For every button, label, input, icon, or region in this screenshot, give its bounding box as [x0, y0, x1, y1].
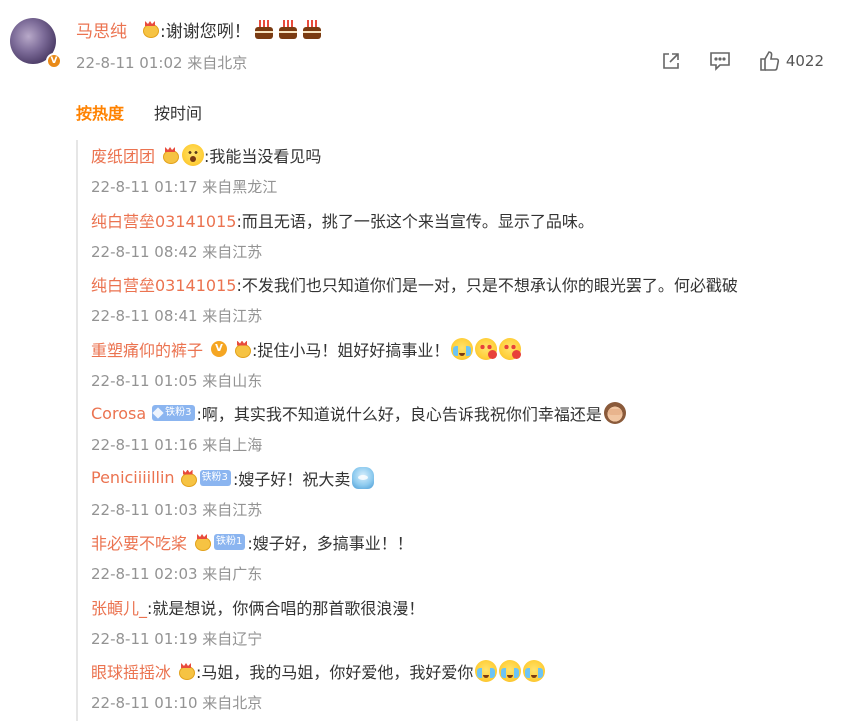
reply-username[interactable]: 纯白营垒03141015 — [91, 208, 236, 232]
reply-username[interactable]: 重塑痛仰的裤子 — [91, 337, 203, 361]
reply-username[interactable]: 眼球摇摇冰 — [91, 659, 171, 683]
list-item: 张頔儿_ :就是想说，你俩合唱的那首歌很浪漫！ 22-8-11 01:19 来自… — [91, 592, 836, 657]
reply-meta: 22-8-11 02:03 来自广东 — [91, 565, 263, 583]
gem-icon — [152, 407, 164, 419]
comment-text: :谢谢您咧！ — [160, 21, 251, 42]
monkey-emoji — [603, 402, 626, 424]
list-item: 非必要不吃桨 铁粉1 :嫂子好，多搞事业！！ 22-8-11 02:03 来自广… — [91, 527, 836, 592]
bubble-emoji — [352, 466, 375, 489]
reply-text: :马姐，我的马姐，你好爱他，我好爱你 — [196, 663, 474, 682]
reply-text: :嫂子好，多搞事业！！ — [247, 534, 413, 553]
comment-username[interactable]: 马思纯 — [76, 17, 127, 42]
fan-level-badge: 铁粉1 — [214, 534, 246, 550]
reply-text: :我能当没看见吗 — [204, 147, 322, 166]
verified-badge-icon: V — [46, 53, 62, 69]
reply-username[interactable]: Peniciiiillin — [91, 468, 175, 487]
reply-meta: 22-8-11 01:03 来自江苏 — [91, 500, 263, 519]
birthday-cake-emoji — [301, 18, 323, 40]
birthday-cake-emoji — [277, 18, 299, 40]
verified-badge-icon: V — [211, 340, 228, 357]
heart-face-emoji — [499, 337, 522, 360]
birthday-cake-emoji — [253, 18, 275, 40]
list-item: 纯白营垒03141015 :不发我们也只知道你们是一对，只是不想承认你的眼光罢了… — [91, 269, 836, 334]
list-item: 纯白营垒03141015 :而且无语，挑了一张这个来当宣传。显示了品味。 22-… — [91, 205, 836, 270]
fan-level-badge: 铁粉3 — [152, 405, 195, 421]
crying-face-emoji — [523, 660, 546, 682]
crying-face-emoji — [499, 660, 522, 682]
reply-meta: 22-8-11 01:05 来自山东 — [91, 371, 263, 390]
list-item: Corosa 铁粉3 :啊，其实我不知道说什么好，良心告诉我祝你们幸福还是 22… — [91, 398, 836, 463]
list-item: 废纸团团 :我能当没看见吗 22-8-11 01:17 来自黑龙江 — [91, 140, 836, 205]
vip-crown-icon — [177, 663, 196, 680]
list-item: 重塑痛仰的裤子 V :捉住小马！姐好好搞事业！ 22-8-11 01:05 来自… — [91, 334, 836, 399]
like-button[interactable]: 4022 — [758, 50, 824, 72]
reply-meta: 22-8-11 01:19 来自辽宁 — [91, 629, 263, 648]
reply-text: :嫂子好！祝大卖 — [232, 469, 351, 489]
vip-crown-icon — [193, 534, 212, 551]
like-icon — [760, 51, 779, 71]
tab-sort-time[interactable]: 按时间 — [154, 100, 202, 124]
tab-sort-hot[interactable]: 按热度 — [76, 100, 124, 124]
comment-icon — [710, 52, 730, 71]
heart-face-emoji — [475, 337, 498, 360]
reply-meta: 22-8-11 08:42 来自江苏 — [91, 242, 263, 261]
comment-actions: 4022 — [660, 50, 824, 72]
vip-crown-icon — [161, 147, 180, 164]
reply-text: :捉住小马！姐好好搞事业！ — [252, 340, 450, 360]
vip-crown-icon — [141, 21, 159, 38]
reply-username[interactable]: Corosa — [91, 404, 146, 423]
reply-meta: 22-8-11 01:17 来自黑龙江 — [91, 178, 278, 196]
crying-face-emoji — [475, 660, 498, 682]
reply-text: :而且无语，挑了一张这个来当宣传。显示了品味。 — [236, 211, 594, 231]
vip-crown-icon — [233, 341, 252, 358]
like-count: 4022 — [785, 52, 824, 70]
vip-crown-icon — [179, 470, 197, 487]
list-item: 眼球摇摇冰 :马姐，我的马姐，你好爱他，我好爱你 22-8-11 01:10 来… — [91, 656, 836, 721]
reply-username[interactable]: 张頔儿_ — [91, 595, 147, 619]
reply-username[interactable]: 非必要不吃桨 — [91, 530, 187, 554]
reply-username[interactable]: 废纸团团 — [91, 143, 155, 167]
reply-text: :就是想说，你俩合唱的那首歌很浪漫！ — [147, 598, 425, 618]
reply-list: 废纸团团 :我能当没看见吗 22-8-11 01:17 来自黑龙江 纯白营垒03… — [76, 140, 836, 721]
reply-text: :啊，其实我不知道说什么好，良心告诉我祝你们幸福还是 — [196, 405, 602, 424]
reply-username[interactable]: 纯白营垒03141015 — [91, 272, 236, 296]
comment-header: 马思纯 :谢谢您咧！ — [76, 14, 323, 44]
share-icon — [663, 53, 679, 69]
list-item: Peniciiiillin 铁粉3 :嫂子好！祝大卖 22-8-11 01:03… — [91, 463, 836, 528]
reply-meta: 22-8-11 01:16 来自上海 — [91, 436, 263, 454]
comment-meta: 22-8-11 01:02 来自北京 — [76, 54, 248, 72]
fan-level-badge: 铁粉3 — [199, 469, 231, 486]
reply-text: :不发我们也只知道你们是一对，只是不想承认你的眼光罢了。何必戳破 — [236, 276, 738, 295]
reply-button[interactable] — [708, 50, 732, 72]
share-button[interactable] — [660, 50, 682, 72]
crying-face-emoji — [451, 337, 474, 360]
reply-meta: 22-8-11 01:10 来自北京 — [91, 694, 263, 712]
shocked-face-emoji — [182, 144, 205, 166]
sort-tabs: 按热度 按时间 — [76, 100, 232, 124]
reply-meta: 22-8-11 08:41 来自江苏 — [91, 307, 263, 325]
